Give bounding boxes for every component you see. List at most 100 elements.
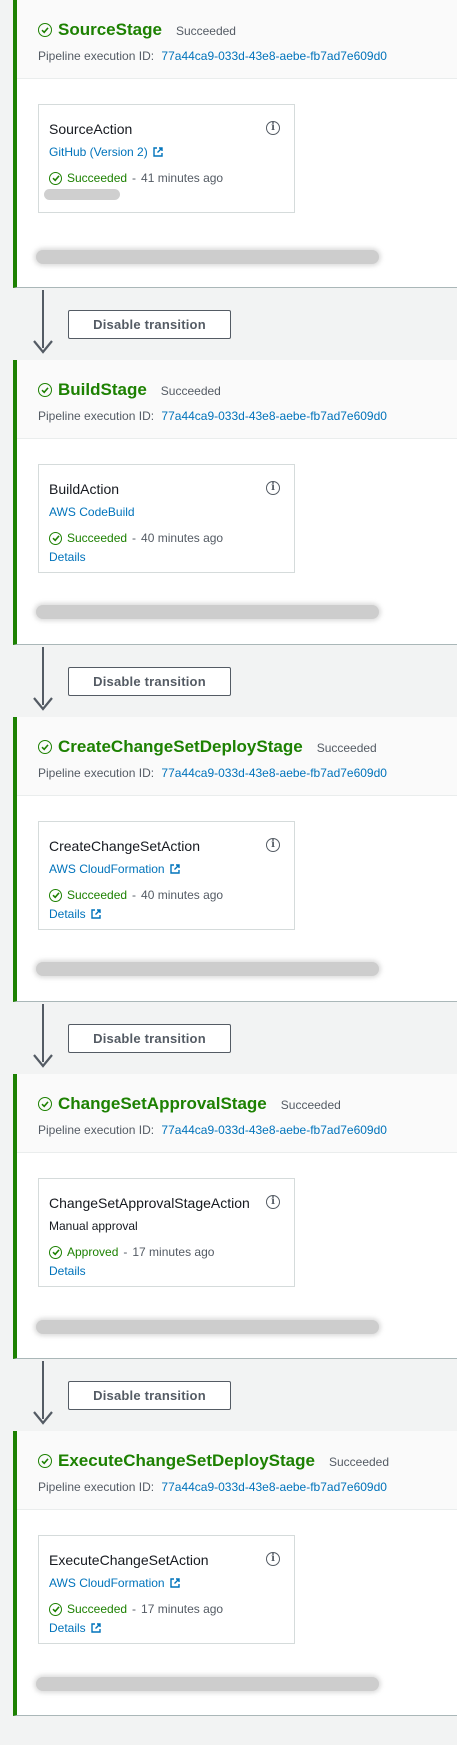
execution-id-label: Pipeline execution ID: [38,49,155,63]
action-card: CreateChangeSetAction i AWS CloudFormati… [38,821,295,930]
disable-transition-button[interactable]: Disable transition [68,1024,231,1053]
disable-transition-button[interactable]: Disable transition [68,1381,231,1410]
details-link[interactable]: Details [49,907,101,921]
stage-name: ExecuteChangeSetDeployStage [58,1451,315,1470]
provider-label: AWS CloudFormation [49,862,165,876]
stage-create-change-set: CreateChangeSetDeployStage Succeeded Pip… [13,717,457,1002]
disable-transition-button[interactable]: Disable transition [68,310,231,339]
external-link-icon [153,147,163,157]
arrow-down-icon [33,1411,53,1425]
action-status-row: Succeeded - 40 minutes ago [49,888,223,902]
arrow-down-icon [33,1054,53,1068]
success-check-icon [38,23,52,37]
stage-name: BuildStage [58,380,147,399]
execution-id-label: Pipeline execution ID: [38,766,155,780]
stage-approval: ChangeSetApprovalStage Succeeded Pipelin… [13,1074,457,1359]
info-icon[interactable]: i [266,481,280,495]
external-link-icon [169,1578,180,1588]
stage-title-row: SourceStage Succeeded [38,20,236,40]
redacted-region [44,189,120,200]
stage-execute-change-set: ExecuteChangeSetDeployStage Succeeded Pi… [13,1431,457,1716]
stage-status: Succeeded [316,741,377,755]
info-icon[interactable]: i [266,121,280,135]
external-link-icon [90,1623,101,1633]
provider-link[interactable]: AWS CloudFormation [49,1576,180,1590]
action-status-row: Succeeded - 40 minutes ago [49,531,223,545]
execution-id-row: Pipeline execution ID: 77a44ca9-033d-43e… [38,49,387,63]
action-name: ExecuteChangeSetAction [49,1552,209,1568]
disable-transition-button[interactable]: Disable transition [68,667,231,696]
stage-build: BuildStage Succeeded Pipeline execution … [13,360,457,645]
stage-status: Succeeded [160,384,221,398]
stage-title-row: ChangeSetApprovalStage Succeeded [38,1094,341,1114]
stage-title-row: CreateChangeSetDeployStage Succeeded [38,737,377,757]
info-icon[interactable]: i [266,1195,280,1209]
stage-title-row: ExecuteChangeSetDeployStage Succeeded [38,1451,389,1471]
action-time: 40 minutes ago [141,531,224,545]
stage-header: ChangeSetApprovalStage Succeeded Pipelin… [17,1074,457,1153]
provider-link[interactable]: AWS CodeBuild [49,505,135,519]
stage-title-row: BuildStage Succeeded [38,380,221,400]
execution-id-label: Pipeline execution ID: [38,1480,155,1494]
action-status-row: Succeeded - 17 minutes ago [49,1602,223,1616]
action-card: ExecuteChangeSetAction i AWS CloudFormat… [38,1535,295,1644]
action-time: 17 minutes ago [141,1602,224,1616]
action-name: CreateChangeSetAction [49,838,200,854]
execution-id-row: Pipeline execution ID: 77a44ca9-033d-43e… [38,409,387,423]
stage-header: CreateChangeSetDeployStage Succeeded Pip… [17,717,457,796]
status-separator: - [132,888,137,902]
redacted-region [36,250,379,264]
action-name: BuildAction [49,481,120,497]
action-status: Approved [67,1245,119,1259]
execution-id-link[interactable]: 77a44ca9-033d-43e8-aebe-fb7ad7e609d0 [161,409,387,423]
info-icon[interactable]: i [266,1552,280,1566]
stage-name: CreateChangeSetDeployStage [58,737,303,756]
provider-label: GitHub (Version 2) [49,145,148,159]
details-link[interactable]: Details [49,550,86,564]
action-time: 17 minutes ago [132,1245,215,1259]
execution-id-link[interactable]: 77a44ca9-033d-43e8-aebe-fb7ad7e609d0 [161,49,387,63]
arrow-down-icon [33,340,53,354]
action-status: Succeeded [67,531,128,545]
execution-id-label: Pipeline execution ID: [38,409,155,423]
action-name: SourceAction [49,121,133,137]
status-separator: - [132,531,137,545]
success-check-icon [49,531,62,545]
execution-id-row: Pipeline execution ID: 77a44ca9-033d-43e… [38,766,387,780]
success-check-icon [38,383,52,397]
stage-status: Succeeded [328,1455,390,1469]
stage-status: Succeeded [175,24,236,38]
execution-id-link[interactable]: 77a44ca9-033d-43e8-aebe-fb7ad7e609d0 [161,1480,387,1494]
details-label: Details [49,1621,86,1635]
info-icon[interactable]: i [266,838,280,852]
execution-id-label: Pipeline execution ID: [38,1123,155,1137]
provider-label: AWS CloudFormation [49,1576,165,1590]
stage-transition: Disable transition [0,1002,457,1074]
provider-link[interactable]: AWS CloudFormation [49,862,180,876]
provider-label: Manual approval [49,1219,138,1233]
action-time: 40 minutes ago [141,888,224,902]
success-check-icon [49,171,62,185]
action-time: 41 minutes ago [141,171,224,185]
redacted-region [36,1677,379,1691]
details-link[interactable]: Details [49,1621,101,1635]
action-card: BuildAction i AWS CodeBuild Succeeded - … [38,464,295,573]
success-check-icon [49,888,62,902]
stage-name: SourceStage [58,20,162,39]
status-separator: - [132,171,137,185]
execution-id-row: Pipeline execution ID: 77a44ca9-033d-43e… [38,1123,387,1137]
execution-id-link[interactable]: 77a44ca9-033d-43e8-aebe-fb7ad7e609d0 [161,766,387,780]
success-check-icon [38,740,52,754]
execution-id-link[interactable]: 77a44ca9-033d-43e8-aebe-fb7ad7e609d0 [161,1123,387,1137]
action-status: Succeeded [67,171,128,185]
redacted-region [36,1320,379,1334]
details-label: Details [49,907,86,921]
stage-status: Succeeded [280,1098,341,1112]
provider-link[interactable]: GitHub (Version 2) [49,145,163,159]
details-link[interactable]: Details [49,1264,86,1278]
arrow-down-icon [33,697,53,711]
redacted-region [36,962,379,976]
execution-id-row: Pipeline execution ID: 77a44ca9-033d-43e… [38,1480,387,1494]
stage-transition: Disable transition [0,288,457,360]
stage-transition: Disable transition [0,1359,457,1431]
